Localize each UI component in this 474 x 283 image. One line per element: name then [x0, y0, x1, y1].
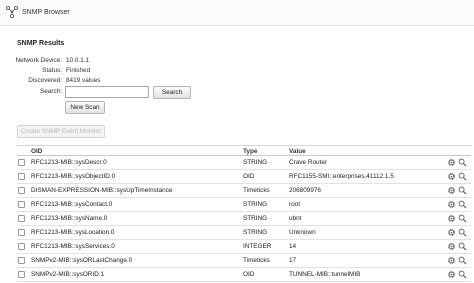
type-cell: Timeticks: [243, 187, 270, 194]
gear-icon[interactable]: [447, 228, 456, 237]
table-row: RFC1213-MIB::sysContact.0 STRING root: [17, 198, 471, 212]
search-input[interactable]: [65, 86, 149, 98]
row-checkbox[interactable]: [18, 257, 25, 264]
create-snmp-event-monitor-button[interactable]: Create SNMP Event Monitor: [17, 125, 105, 138]
table-row: SNMPv2-MIB::sysORID.1 OID TUNNEL-MIB::tu…: [17, 268, 471, 282]
gear-icon[interactable]: [447, 186, 456, 195]
gear-icon[interactable]: [447, 256, 456, 265]
magnifier-icon[interactable]: [458, 256, 467, 265]
row-checkbox[interactable]: [18, 215, 25, 222]
value-cell: root: [289, 201, 301, 208]
row-checkbox[interactable]: [18, 271, 25, 278]
type-cell: OID: [243, 271, 255, 278]
search-button[interactable]: Search: [153, 86, 191, 99]
table-row: RFC1213-MIB::sysServices.0 INTEGER 14: [17, 240, 471, 254]
value-cell: 17: [289, 257, 297, 264]
table-row: DISMAN-EXPRESSION-MIB::sysUpTimeInstance…: [17, 184, 471, 198]
row-checkbox[interactable]: [18, 173, 25, 180]
title-bar: SNMP Browser: [0, 0, 474, 26]
gear-icon[interactable]: [447, 200, 456, 209]
value-cell: RFC1155-SMI::enterprises.41112.1.5: [289, 173, 394, 180]
value-cell: 14: [289, 243, 297, 250]
oid-cell: RFC1213-MIB::sysName.0: [31, 215, 108, 222]
type-cell: STRING: [243, 159, 268, 166]
row-checkbox[interactable]: [18, 187, 25, 194]
row-checkbox[interactable]: [18, 201, 25, 208]
row-checkbox[interactable]: [18, 229, 25, 236]
network-device-label: Network Device:: [15, 57, 62, 64]
value-cell: ubnt: [289, 215, 302, 222]
oid-cell: RFC1213-MIB::sysLocation.0: [31, 229, 115, 236]
type-cell: STRING: [243, 201, 268, 208]
table-header: OID Type Value: [17, 146, 471, 156]
results-table: OID Type Value RFC1213-MIB::sysDescr.0 S…: [17, 145, 471, 282]
oid-column-header[interactable]: OID: [31, 148, 42, 155]
value-cell: Unknown: [289, 229, 316, 236]
gear-icon[interactable]: [447, 270, 456, 279]
type-cell: OID: [243, 173, 255, 180]
table-row: RFC1213-MIB::sysName.0 STRING ubnt: [17, 212, 471, 226]
oid-cell: SNMPv2-MIB::sysORLastChange.0: [31, 257, 133, 264]
status-label: Status:: [42, 67, 62, 74]
magnifier-icon[interactable]: [458, 270, 467, 279]
type-column-header[interactable]: Type: [243, 148, 257, 155]
table-row: RFC1213-MIB::sysDescr.0 STRING Crave Rou…: [17, 156, 471, 170]
network-device-value: 10.0.1.1: [66, 57, 90, 64]
table-row: RFC1213-MIB::sysLocation.0 STRING Unknow…: [17, 226, 471, 240]
type-cell: Timeticks: [243, 257, 270, 264]
oid-cell: DISMAN-EXPRESSION-MIB::sysUpTimeInstance: [31, 187, 173, 194]
oid-cell: RFC1213-MIB::sysServices.0: [31, 243, 115, 250]
oid-cell: RFC1213-MIB::sysObjectID.0: [31, 173, 116, 180]
oid-cell: SNMPv2-MIB::sysORID.1: [31, 271, 105, 278]
magnifier-icon[interactable]: [458, 228, 467, 237]
gear-icon[interactable]: [447, 172, 456, 181]
status-value: Finished: [66, 67, 91, 74]
magnifier-icon[interactable]: [458, 158, 467, 167]
row-checkbox[interactable]: [18, 243, 25, 250]
value-cell: TUNNEL-MIB::tunnelMIB: [289, 271, 361, 278]
row-checkbox[interactable]: [18, 159, 25, 166]
magnifier-icon[interactable]: [458, 186, 467, 195]
oid-cell: RFC1213-MIB::sysDescr.0: [31, 159, 107, 166]
gear-icon[interactable]: [447, 158, 456, 167]
value-cell: 206809976: [289, 187, 321, 194]
type-cell: STRING: [243, 215, 268, 222]
table-row: RFC1213-MIB::sysObjectID.0 OID RFC1155-S…: [17, 170, 471, 184]
value-cell: Crave Router: [289, 159, 328, 166]
magnifier-icon[interactable]: [458, 200, 467, 209]
network-nodes-icon: [5, 5, 18, 18]
table-body: RFC1213-MIB::sysDescr.0 STRING Crave Rou…: [17, 156, 471, 282]
gear-icon[interactable]: [447, 214, 456, 223]
discovered-label: Discovered:: [28, 77, 62, 84]
magnifier-icon[interactable]: [458, 214, 467, 223]
window-title: SNMP Browser: [22, 9, 70, 16]
new-scan-button[interactable]: New Scan: [65, 101, 105, 114]
magnifier-icon[interactable]: [458, 242, 467, 251]
type-cell: STRING: [243, 229, 268, 236]
value-column-header[interactable]: Value: [289, 148, 306, 155]
search-label: Search:: [39, 88, 62, 95]
discovered-value: 8419 values: [66, 77, 101, 84]
section-title: SNMP Results: [17, 40, 65, 47]
gear-icon[interactable]: [447, 242, 456, 251]
oid-cell: RFC1213-MIB::sysContact.0: [31, 201, 113, 208]
magnifier-icon[interactable]: [458, 172, 467, 181]
type-cell: INTEGER: [243, 243, 272, 250]
table-row: SNMPv2-MIB::sysORLastChange.0 Timeticks …: [17, 254, 471, 268]
